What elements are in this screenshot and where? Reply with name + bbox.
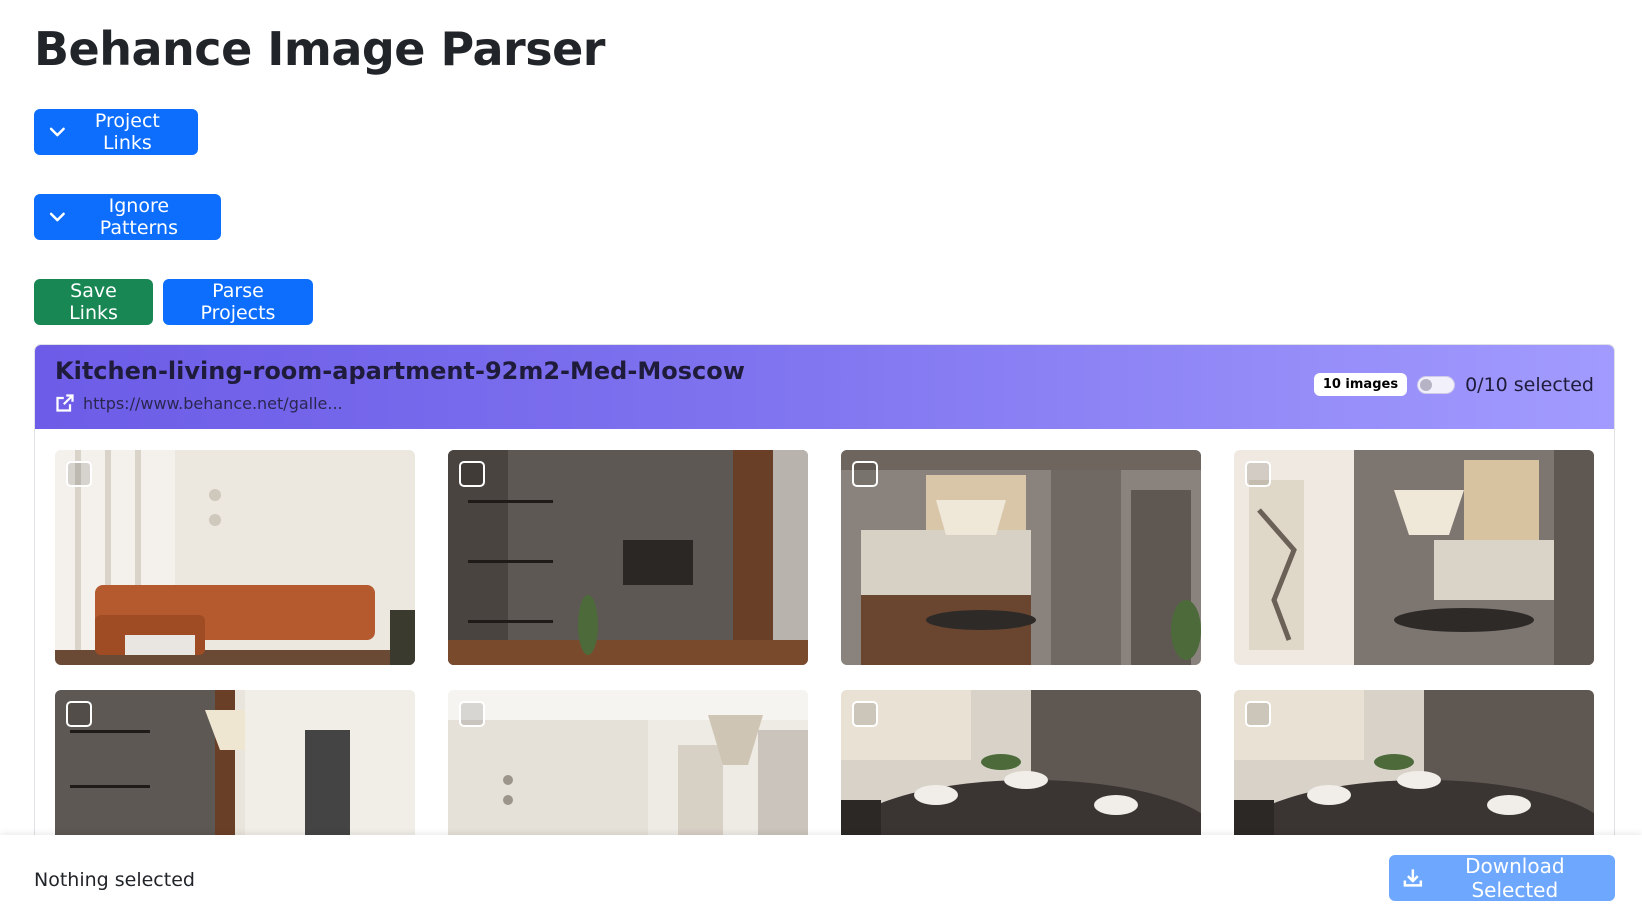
- image-select-checkbox[interactable]: [1245, 701, 1271, 727]
- image-select-checkbox[interactable]: [66, 461, 92, 487]
- selected-count: 0/10 selected: [1465, 373, 1594, 396]
- selection-footer: Nothing selected Download Selected: [0, 835, 1642, 910]
- external-link-icon: [56, 394, 74, 412]
- selection-status: Nothing selected: [34, 869, 195, 891]
- parse-projects-button[interactable]: Parse Projects: [163, 279, 313, 325]
- project-card-header: Kitchen-living-room-apartment-92m2-Med-M…: [35, 345, 1614, 429]
- download-selected-label: Download Selected: [1465, 854, 1565, 902]
- project-links-toggle-button[interactable]: Project Links: [34, 109, 198, 155]
- toggle-knob: [1420, 378, 1433, 391]
- room-photo: [55, 450, 415, 665]
- save-links-button[interactable]: Save Links: [34, 279, 153, 325]
- room-photo: [1234, 450, 1594, 665]
- project-card: Kitchen-living-room-apartment-92m2-Med-M…: [34, 344, 1615, 910]
- select-all-toggle[interactable]: [1417, 375, 1456, 394]
- page-title: Behance Image Parser: [34, 22, 605, 76]
- room-photo: [841, 450, 1201, 665]
- chevron-down-icon: [49, 212, 65, 222]
- image-select-checkbox[interactable]: [459, 461, 485, 487]
- ignore-patterns-toggle-button[interactable]: Ignore Patterns: [34, 194, 221, 240]
- project-links-label: Project Links: [94, 110, 160, 154]
- image-select-checkbox[interactable]: [1245, 461, 1271, 487]
- project-title: Kitchen-living-room-apartment-92m2-Med-M…: [55, 357, 745, 385]
- project-link[interactable]: https://www.behance.net/galle...: [55, 393, 343, 413]
- image-tile-2[interactable]: [448, 450, 808, 665]
- chevron-down-icon: [49, 127, 65, 137]
- download-icon: [1403, 869, 1423, 887]
- project-link-text: https://www.behance.net/galle...: [83, 393, 343, 413]
- image-tile-3[interactable]: [841, 450, 1201, 665]
- download-selected-button[interactable]: Download Selected: [1389, 854, 1615, 902]
- project-header-controls: 10 images 0/10 selected: [1313, 373, 1594, 396]
- image-select-checkbox[interactable]: [852, 461, 878, 487]
- ignore-patterns-label: Ignore Patterns: [99, 195, 178, 239]
- images-count-badge: 10 images: [1313, 373, 1408, 396]
- image-select-checkbox[interactable]: [66, 701, 92, 727]
- room-photo: [448, 450, 808, 665]
- image-tile-4[interactable]: [1234, 450, 1594, 665]
- image-tile-1[interactable]: [55, 450, 415, 665]
- image-select-checkbox[interactable]: [852, 701, 878, 727]
- image-select-checkbox[interactable]: [459, 701, 485, 727]
